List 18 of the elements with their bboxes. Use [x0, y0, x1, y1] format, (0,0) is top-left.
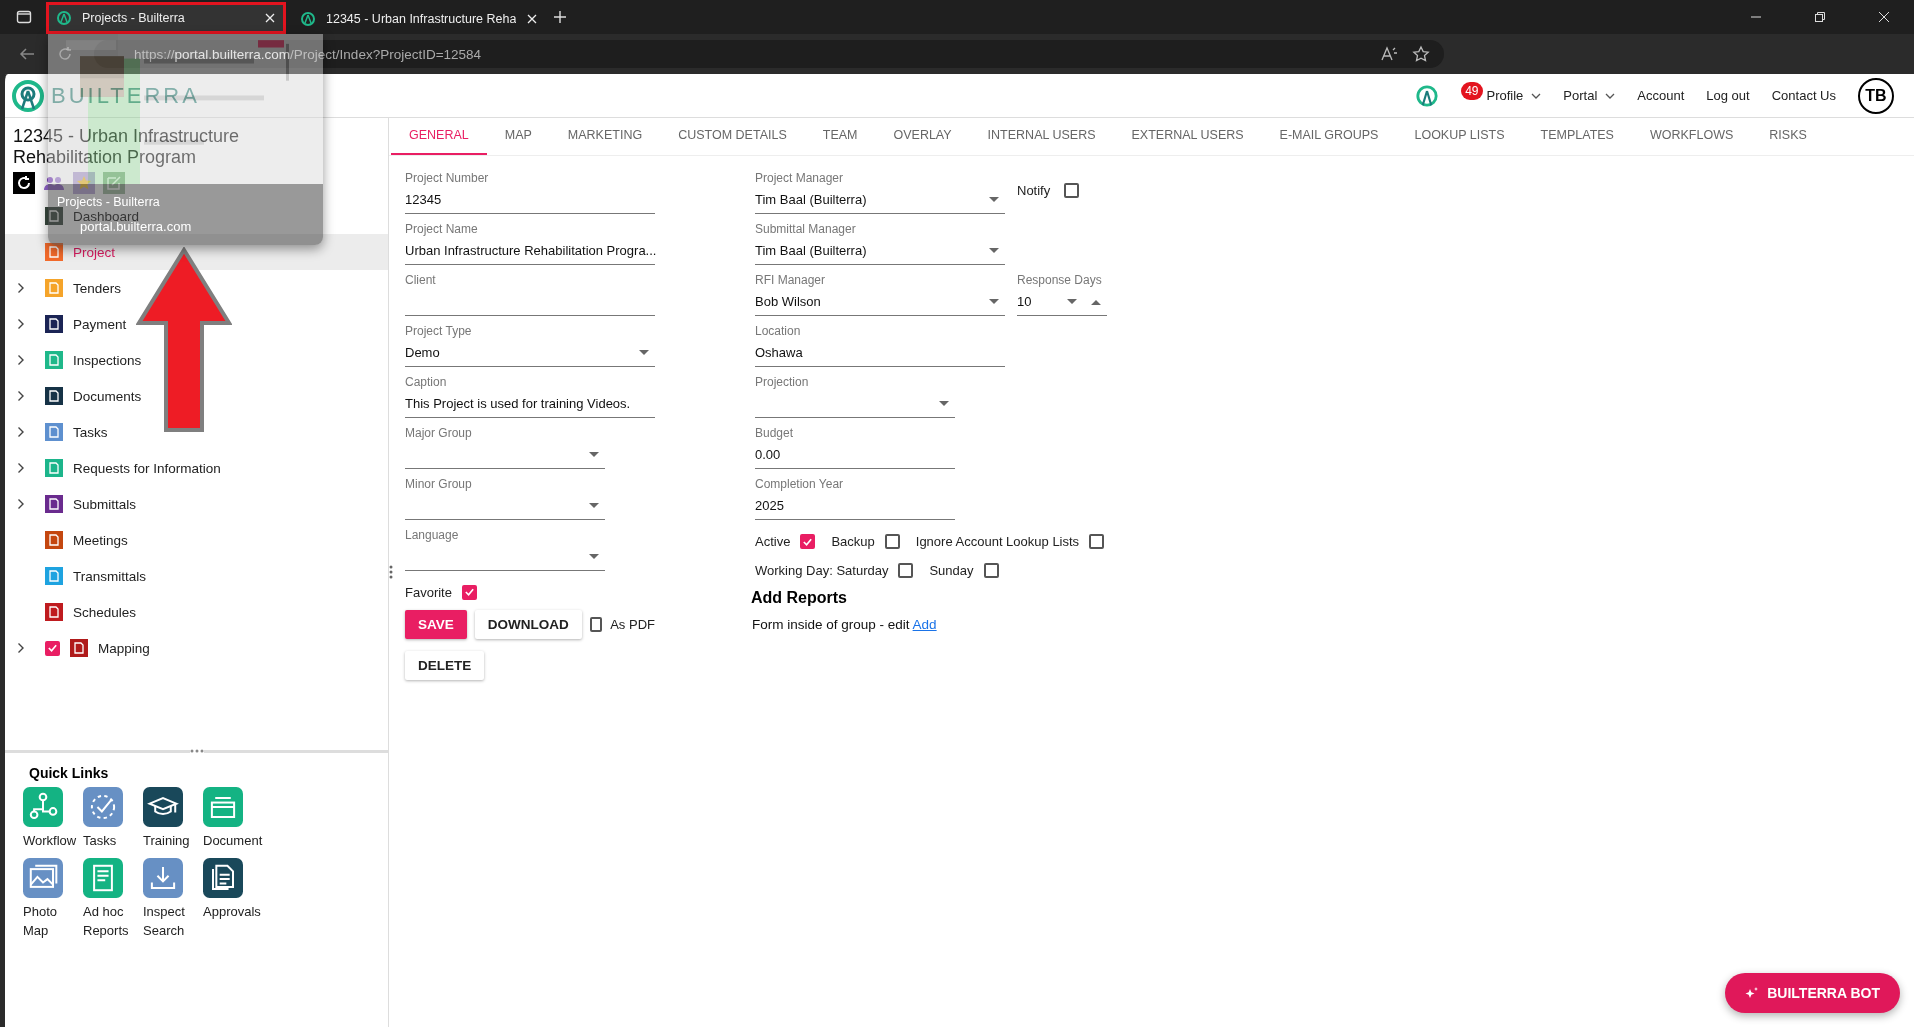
- tab-title: 12345 - Urban Infrastructure Reha: [326, 12, 517, 26]
- preview-url: portal.builterra.com: [79, 219, 193, 234]
- checkbox-label: As PDF: [610, 617, 655, 632]
- preview-title: Projects - Builterra: [57, 195, 161, 209]
- logo-text: BUILTERRA: [51, 82, 200, 109]
- description-text: Form inside of group - edit: [752, 617, 910, 632]
- checkbox-label: Favorite: [405, 584, 452, 600]
- notification-badge: 49: [1461, 81, 1483, 100]
- checkbox-label: Ignore Account Lookup Lists: [915, 534, 1080, 549]
- checkbox-label: Notify: [1017, 182, 1051, 198]
- checkbox-label: Working Day: Saturday: [755, 563, 889, 578]
- checkbox-label: Backup: [831, 534, 875, 549]
- tab-title: Projects - Builterra: [82, 11, 186, 25]
- section-title: Quick Links: [28, 765, 110, 781]
- checkbox-label: Active: [755, 534, 791, 549]
- checkbox-label: Sunday: [929, 563, 974, 578]
- project-title: 12345 - Urban Infrastructure Rehabilitation Program: [12, 125, 241, 168]
- section-title: Add Reports: [751, 589, 848, 607]
